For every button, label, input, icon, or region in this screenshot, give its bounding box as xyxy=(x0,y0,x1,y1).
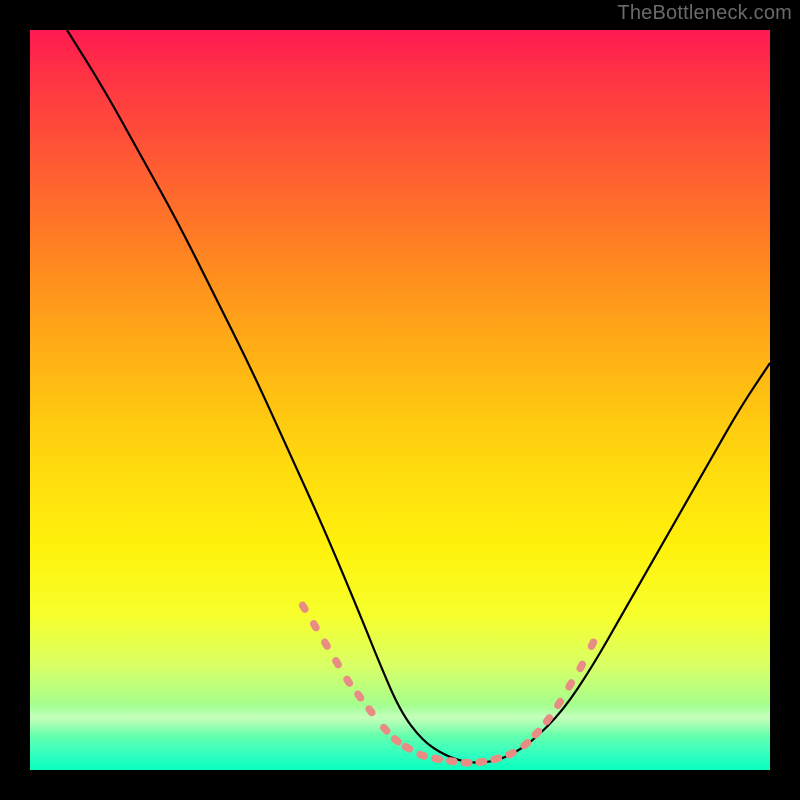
highlight-dot xyxy=(541,713,554,727)
bottleneck-curve xyxy=(67,30,770,763)
highlight-dot xyxy=(331,656,344,670)
watermark-text: TheBottleneck.com xyxy=(617,2,792,25)
highlight-dot xyxy=(575,659,587,673)
highlight-dot xyxy=(475,757,488,766)
highlight-dot xyxy=(320,637,333,651)
highlight-dot xyxy=(309,619,322,633)
highlight-dot xyxy=(353,689,366,703)
chart-frame: TheBottleneck.com xyxy=(0,0,800,800)
highlight-dot xyxy=(415,750,429,761)
highlight-dot xyxy=(342,674,355,688)
chart-svg xyxy=(30,30,770,770)
highlight-dot xyxy=(489,754,503,764)
highlight-dot xyxy=(378,722,392,736)
highlight-dot xyxy=(364,704,377,718)
highlight-dots-group xyxy=(297,600,598,766)
highlight-dot xyxy=(400,742,414,754)
highlight-dot xyxy=(461,759,473,767)
highlight-dot xyxy=(564,678,577,692)
highlight-dot xyxy=(586,637,598,651)
plot-area xyxy=(30,30,770,770)
highlight-dot xyxy=(297,600,310,614)
highlight-dot xyxy=(389,734,403,747)
highlight-dot xyxy=(504,748,518,760)
highlight-dot xyxy=(430,754,443,764)
highlight-dot xyxy=(530,726,544,740)
